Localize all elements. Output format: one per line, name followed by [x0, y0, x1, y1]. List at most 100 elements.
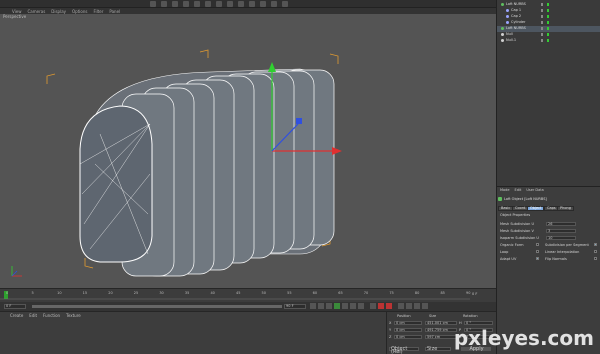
key-rotation-button[interactable] — [414, 303, 420, 309]
toolbar-pen-button[interactable] — [227, 1, 233, 7]
menu-edit[interactable]: Edit — [29, 313, 37, 318]
timeline[interactable]: 0 5 10 15 20 25 30 35 40 45 50 55 60 65 70 75 80 85 90 0 F — [0, 288, 496, 302]
visibility-dots-icon[interactable] — [541, 27, 543, 30]
menu-function[interactable]: Function — [43, 313, 60, 318]
toolbar-rotate-button[interactable] — [194, 1, 200, 7]
toolbar-nurbs-button[interactable] — [238, 1, 244, 7]
axis-label: Y — [389, 328, 392, 332]
autokey-button[interactable] — [378, 303, 384, 309]
prop-label: Loop — [500, 250, 509, 254]
flip-normals-checkbox[interactable] — [594, 257, 597, 260]
loop-checkbox[interactable] — [536, 250, 539, 253]
rotation-h-field[interactable]: 0 ° — [464, 321, 493, 325]
viewport-menu-filter[interactable]: Filter — [93, 9, 103, 14]
key-param-button[interactable] — [422, 303, 428, 309]
menu-edit[interactable]: Edit — [515, 188, 522, 192]
key-position-button[interactable] — [398, 303, 404, 309]
toolbar-redo-button[interactable] — [161, 1, 167, 7]
toolbar-deformer-button[interactable] — [260, 1, 266, 7]
menu-create[interactable]: Create — [10, 313, 23, 318]
loft-object-icon — [498, 197, 502, 201]
visibility-dots-icon[interactable] — [541, 39, 543, 42]
toolbar-camera-button[interactable] — [282, 1, 288, 7]
perspective-viewport[interactable] — [0, 14, 496, 288]
end-frame-field[interactable]: 90 F — [284, 304, 306, 309]
position-x-field[interactable]: 0 cm — [394, 321, 422, 325]
linear-interpolation-checkbox[interactable] — [594, 250, 597, 253]
visibility-dots-icon[interactable] — [541, 9, 543, 12]
size-x-field[interactable]: 451.001 cm — [425, 321, 457, 325]
current-frame-label: 0 F — [472, 292, 478, 296]
start-frame-field[interactable]: 0 F — [4, 304, 26, 309]
adapt-uv-checkbox[interactable] — [536, 257, 539, 260]
subdivision-per-segment-checkbox[interactable] — [594, 243, 597, 246]
prev-frame-button[interactable] — [326, 303, 332, 309]
organic-form-checkbox[interactable] — [536, 243, 539, 246]
toolbar-cube-button[interactable] — [216, 1, 222, 7]
viewport-menu-view[interactable]: View — [12, 9, 22, 14]
enabled-check-icon[interactable] — [547, 33, 549, 36]
visibility-dots-icon[interactable] — [541, 3, 543, 6]
enabled-check-icon[interactable] — [547, 9, 549, 12]
size-header: Size — [429, 314, 437, 318]
coord-mode-select[interactable]: Object (Rel) — [389, 347, 419, 354]
object-row[interactable]: Null.1 — [497, 38, 600, 44]
attribute-object-title: Loft Object [Loft NURBS] — [504, 197, 547, 201]
enabled-check-icon[interactable] — [547, 15, 549, 18]
visibility-dots-icon[interactable] — [541, 15, 543, 18]
key-scale-button[interactable] — [406, 303, 412, 309]
toolbar-scale-button[interactable] — [183, 1, 189, 7]
toolbar-undo-button[interactable] — [150, 1, 156, 7]
timeline-ruler — [0, 291, 470, 300]
menu-mode[interactable]: Mode — [500, 188, 510, 192]
mesh-subdivision-u-field[interactable]: 26 — [546, 222, 576, 226]
tab-basic[interactable]: Basic — [498, 206, 514, 211]
prop-label: Organic Form — [500, 243, 524, 247]
prev-key-button[interactable] — [318, 303, 324, 309]
prop-label: Adapt UV — [500, 257, 517, 261]
next-key-button[interactable] — [350, 303, 356, 309]
viewport-menu-options[interactable]: Options — [72, 9, 87, 14]
toolbar-render-button[interactable] — [205, 1, 211, 7]
last-frame-button[interactable] — [358, 303, 364, 309]
isoparm-subdivision-u-field[interactable]: 10 — [546, 236, 576, 240]
first-frame-button[interactable] — [310, 303, 316, 309]
menu-user-data[interactable]: User Data — [526, 188, 543, 192]
visibility-dots-icon[interactable] — [541, 33, 543, 36]
rotation-header: Rotation — [463, 314, 478, 318]
play-button[interactable] — [334, 303, 340, 309]
tab-object[interactable]: Object — [527, 206, 545, 211]
position-header: Position — [397, 314, 411, 318]
enabled-check-icon[interactable] — [547, 27, 549, 30]
toolbar-move-button[interactable] — [172, 1, 178, 7]
object-type-icon — [501, 27, 504, 30]
keyframe-selection-button[interactable] — [386, 303, 392, 309]
viewport-menu-cameras[interactable]: Cameras — [28, 9, 46, 14]
position-z-field[interactable]: 0 cm — [394, 335, 422, 339]
next-frame-button[interactable] — [342, 303, 348, 309]
record-button[interactable] — [370, 303, 376, 309]
main-toolbar — [0, 0, 496, 8]
size-y-field[interactable]: 491.759 cm — [425, 328, 457, 332]
toolbar-light-button[interactable] — [271, 1, 277, 7]
enabled-check-icon[interactable] — [547, 39, 549, 42]
object-name: Cap 2 — [511, 14, 522, 18]
viewport-menu-panel[interactable]: Panel — [109, 9, 120, 14]
tab-phong[interactable]: Phong — [557, 206, 574, 211]
axis-label: Z — [389, 335, 392, 339]
menu-texture[interactable]: Texture — [66, 313, 81, 318]
size-z-field[interactable]: 597 cm — [425, 335, 457, 339]
position-y-field[interactable]: 0 cm — [394, 328, 422, 332]
visibility-dots-icon[interactable] — [541, 21, 543, 24]
timeline-tick-label: 50 — [261, 291, 267, 295]
toolbar-array-button[interactable] — [249, 1, 255, 7]
object-name: Loft NURBS — [506, 2, 526, 6]
viewport-menu-display[interactable]: Display — [51, 9, 66, 14]
coord-size-select[interactable]: Size — [425, 347, 451, 352]
timeline-tick-label: 15 — [82, 291, 88, 295]
enabled-check-icon[interactable] — [547, 3, 549, 6]
enabled-check-icon[interactable] — [547, 21, 549, 24]
preview-range-slider[interactable] — [32, 305, 282, 308]
mesh-subdivision-v-field[interactable]: 3 — [546, 229, 576, 233]
timeline-tick-label: 10 — [57, 291, 62, 295]
